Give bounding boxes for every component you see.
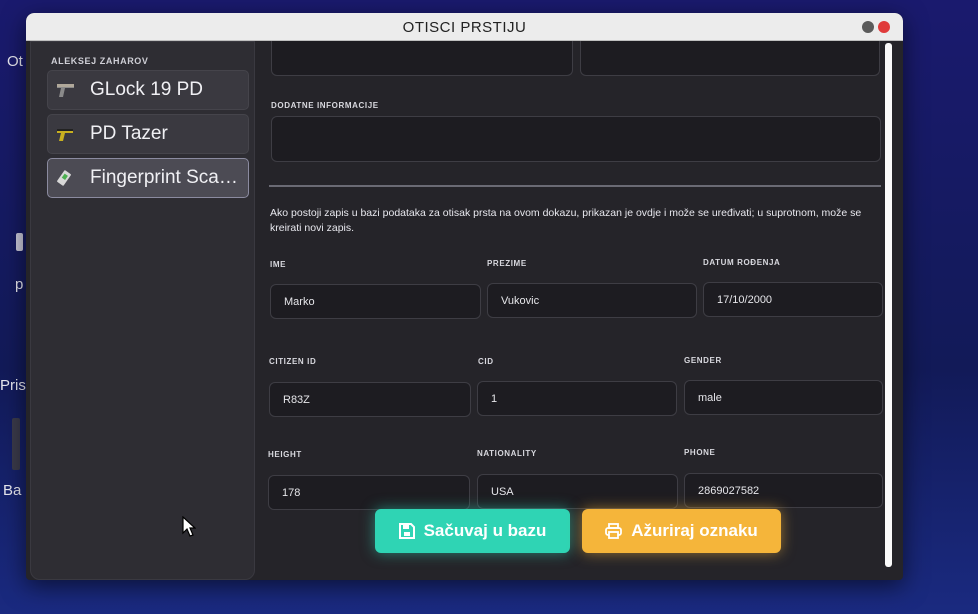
birth-date-input[interactable]: 17/10/2000 bbox=[703, 282, 883, 317]
inventory-sidebar: ALEKSEJ ZAHAROV GLock 19 PD PD Tazer Fin… bbox=[30, 41, 255, 580]
floppy-disk-icon bbox=[398, 523, 415, 539]
sidebar-item-glock[interactable]: GLock 19 PD bbox=[47, 70, 249, 110]
phone-label: PHONE bbox=[684, 448, 716, 457]
pistol-icon bbox=[56, 82, 76, 98]
nationality-input[interactable]: USA bbox=[477, 474, 678, 509]
sidebar-item-fingerprint-scanner[interactable]: Fingerprint Sca… bbox=[47, 158, 249, 198]
description-text: Ako postoji zapis u bazi podataka za oti… bbox=[270, 207, 862, 234]
fingerprint-scanner-icon bbox=[56, 170, 76, 186]
desktop-label: Ba bbox=[3, 482, 22, 499]
height-label: HEIGHT bbox=[268, 450, 302, 459]
update-tag-button[interactable]: Ažuriraj oznaku bbox=[582, 509, 781, 553]
last-name-label: PREZIME bbox=[487, 259, 527, 268]
player-name: ALEKSEJ ZAHAROV bbox=[51, 56, 149, 66]
nationality-label: NATIONALITY bbox=[477, 449, 537, 458]
desktop-label: p bbox=[15, 276, 24, 293]
sidebar-item-label: Fingerprint Sca… bbox=[90, 167, 238, 188]
top-field-left[interactable] bbox=[271, 41, 573, 76]
sidebar-item-tazer[interactable]: PD Tazer bbox=[47, 114, 249, 154]
birth-date-label: DATUM ROĐENJA bbox=[703, 258, 781, 267]
window-title: OTISCI PRSTIJU bbox=[402, 19, 527, 36]
first-name-label: IME bbox=[270, 260, 287, 269]
first-name-input[interactable]: Marko bbox=[270, 284, 481, 319]
minimize-button[interactable] bbox=[862, 21, 874, 33]
desktop-icon bbox=[16, 233, 23, 251]
section-divider bbox=[269, 185, 881, 187]
additional-info-label: DODATNE INFORMACIJE bbox=[271, 101, 379, 110]
close-button[interactable] bbox=[878, 21, 890, 33]
cid-input[interactable]: 1 bbox=[477, 381, 677, 416]
save-to-database-button[interactable]: Sačuvaj u bazu bbox=[375, 509, 570, 553]
title-bar[interactable]: OTISCI PRSTIJU bbox=[26, 13, 903, 41]
last-name-input[interactable]: Vukovic bbox=[487, 283, 697, 318]
save-button-label: Sačuvaj u bazu bbox=[423, 521, 547, 540]
top-field-right[interactable] bbox=[580, 41, 880, 76]
citizen-id-label: CITIZEN ID bbox=[269, 357, 317, 366]
sidebar-item-label: PD Tazer bbox=[90, 123, 168, 144]
printer-icon bbox=[605, 523, 623, 539]
desktop-label: Pris bbox=[0, 377, 26, 394]
desktop-label: Ot bbox=[7, 53, 23, 70]
citizen-id-input[interactable]: R83Z bbox=[269, 382, 471, 417]
gender-label: GENDER bbox=[684, 356, 722, 365]
sidebar-item-label: GLock 19 PD bbox=[90, 79, 203, 100]
fingerprint-window: OTISCI PRSTIJU ALEKSEJ ZAHAROV GLock 19 … bbox=[26, 13, 903, 580]
desktop-icon bbox=[12, 418, 20, 470]
cid-label: CID bbox=[478, 357, 494, 366]
tazer-icon bbox=[56, 126, 76, 142]
update-button-label: Ažuriraj oznaku bbox=[631, 521, 758, 540]
scrollbar[interactable] bbox=[885, 43, 892, 567]
phone-input[interactable]: 2869027582 bbox=[684, 473, 883, 508]
gender-input[interactable]: male bbox=[684, 380, 883, 415]
height-input[interactable]: 178 bbox=[268, 475, 470, 510]
mouse-cursor-icon bbox=[182, 516, 196, 537]
additional-info-field[interactable] bbox=[271, 116, 881, 162]
